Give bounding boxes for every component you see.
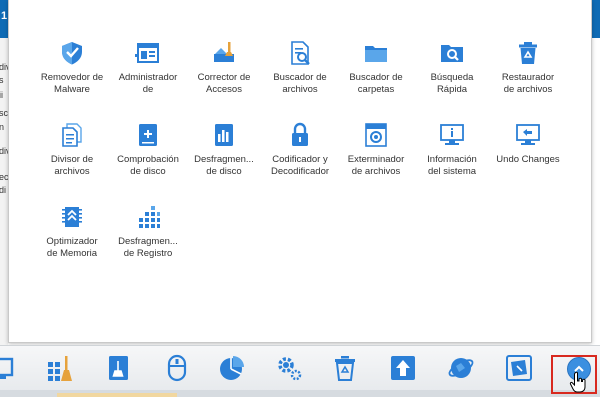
background-text-fragment: ii (0, 90, 3, 100)
toolbar-settings-button[interactable] (275, 354, 303, 382)
tool-label: Comprobación de disco (117, 154, 179, 177)
tool-shortcut-fixer[interactable]: Corrector de Accesos (185, 40, 263, 96)
tool-label: Codificador y Decodificador (270, 154, 330, 177)
trash-icon (335, 356, 355, 381)
status-strip (0, 390, 600, 397)
startup-manager-icon (135, 43, 159, 63)
tool-quick-search[interactable]: Búsqueda Rápida (413, 40, 491, 96)
tool-label: Desfragmen... de disco (194, 154, 254, 177)
tool-memory-optimizer[interactable]: Optimizador de Memoria (33, 204, 111, 260)
background-text-fragment: div (0, 62, 8, 72)
tool-startup-manager[interactable]: Administrador de (109, 40, 187, 96)
clean-icon (48, 356, 72, 381)
background-text-fragment: div (0, 146, 8, 156)
toolbar-internet-button[interactable] (447, 354, 475, 382)
disk-cleaner-icon (109, 356, 128, 380)
system-info-icon (440, 124, 464, 145)
bottom-toolbar (0, 345, 600, 391)
background-text-fragment: sc (0, 108, 8, 118)
tool-label: Buscador de archivos (273, 72, 327, 95)
tool-label: Removedor de Malware (40, 72, 104, 95)
settings-icon (278, 357, 302, 381)
file-split-icon (62, 123, 82, 147)
background-text-fragment: s (0, 75, 4, 85)
tool-registry-defrag[interactable]: Desfragmen... de Registro (109, 204, 187, 260)
tool-label: Desfragmen... de Registro (118, 236, 178, 259)
tool-label: Divisor de archivos (50, 154, 94, 177)
background-text-fragment: n (0, 122, 5, 132)
toolbar-disk-analyzer-button[interactable] (218, 354, 246, 382)
disk-defrag-icon (215, 124, 233, 146)
toolbar-mouse-button[interactable] (163, 354, 191, 382)
tool-undo-changes[interactable]: Undo Changes (489, 122, 567, 166)
tool-label: Optimizador de Memoria (46, 236, 98, 259)
toolbar-screen-button[interactable] (0, 354, 16, 382)
tool-malware-remover[interactable]: Removedor de Malware (33, 40, 111, 96)
toolbar-trash-button[interactable] (331, 354, 359, 382)
memory-chip-icon (62, 207, 82, 227)
background-text-fragment: ec (0, 172, 8, 182)
tool-folder-search[interactable]: Buscador de carpetas (337, 40, 415, 96)
tool-label: Corrector de Accesos (197, 72, 251, 95)
tool-label: Información del sistema (427, 154, 477, 177)
tool-label: Administrador de (118, 72, 178, 95)
tool-file-search[interactable]: Buscador de archivos (261, 40, 339, 96)
shortcut-fixer-icon (214, 42, 234, 62)
tool-label: Búsqueda Rápida (430, 72, 474, 95)
tool-encoder-decoder[interactable]: Codificador y Decodificador (261, 122, 339, 178)
lock-icon (292, 122, 308, 146)
tool-file-shredder[interactable]: Exterminador de archivos (337, 122, 415, 178)
file-shredder-icon (365, 123, 387, 147)
internet-icon (448, 358, 474, 378)
quick-search-folder-icon (441, 45, 463, 62)
tool-file-restorer[interactable]: Restaurador de archivos (489, 40, 567, 96)
folder-search-icon (365, 46, 387, 62)
background-window-edge: 1 div s ii sc n div ec di (0, 0, 8, 397)
toolbar-restore-button[interactable] (505, 354, 533, 382)
status-highlight (57, 393, 177, 397)
mouse-icon (167, 354, 187, 382)
tool-label: Exterminador de archivos (347, 154, 405, 177)
toolbar-disk-cleaner-button[interactable] (105, 354, 133, 382)
disk-check-icon (139, 124, 157, 146)
tool-system-info[interactable]: Información del sistema (413, 122, 491, 178)
tool-label: Restaurador de archivos (501, 72, 555, 95)
recycle-bin-icon (519, 42, 537, 64)
registry-defrag-icon (139, 206, 160, 228)
tool-disk-check[interactable]: Comprobación de disco (109, 122, 187, 178)
upgrade-icon (391, 356, 415, 380)
restore-icon (506, 355, 532, 381)
tool-disk-defrag[interactable]: Desfragmen... de disco (185, 122, 263, 178)
file-search-icon (291, 41, 310, 65)
hand-cursor-icon (569, 371, 586, 393)
background-text-fragment: di (0, 185, 7, 195)
pie-chart-icon (220, 356, 244, 380)
background-title-fragment: 1 (1, 10, 8, 22)
tool-file-splitter[interactable]: Divisor de archivos (33, 122, 111, 178)
screen-icon (0, 357, 14, 379)
tool-label: Undo Changes (496, 154, 560, 165)
tool-label: Buscador de carpetas (349, 72, 403, 95)
toolbar-clean-button[interactable] (46, 354, 74, 382)
undo-changes-icon (516, 124, 540, 145)
shield-icon (62, 42, 82, 65)
tools-panel: Removedor de Malware Administrador de Co… (8, 0, 592, 343)
toolbar-upgrade-button[interactable] (389, 354, 417, 382)
background-titlebar: 1 (0, 0, 8, 38)
